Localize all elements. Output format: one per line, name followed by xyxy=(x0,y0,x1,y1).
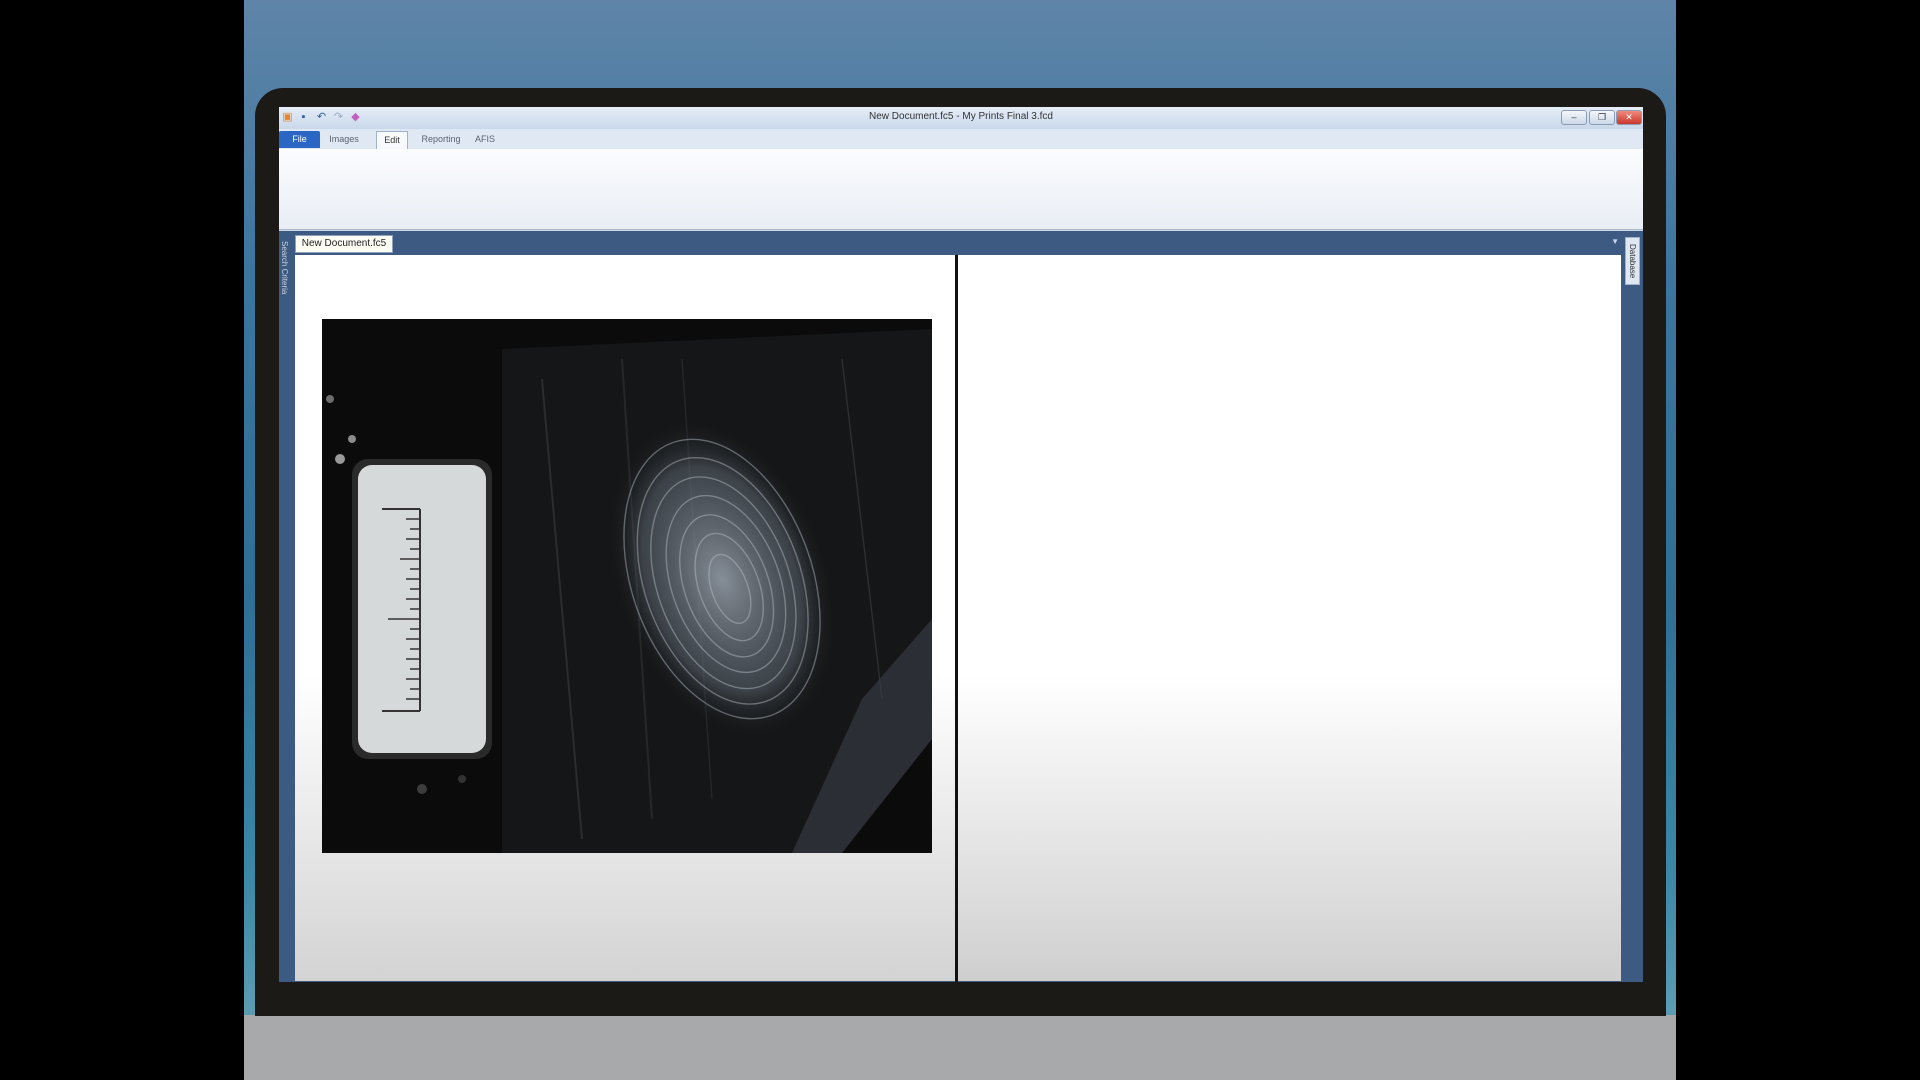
title-bar[interactable]: ▣ ▪ ↶ ↷ ◆ New Document.fc5 - My Prints F… xyxy=(279,107,1643,129)
window-title: New Document.fc5 - My Prints Final 3.fcd xyxy=(869,111,1053,122)
fingerprint-image[interactable] xyxy=(322,319,932,853)
restore-icon[interactable]: ❐ xyxy=(1589,110,1615,125)
tab-afis[interactable]: AFIS xyxy=(473,131,497,148)
minimize-icon[interactable]: – xyxy=(1561,110,1587,125)
database-tab[interactable]: Database xyxy=(1625,237,1640,285)
tab-file[interactable]: File xyxy=(279,131,320,148)
search-criteria-panel[interactable]: Search Criteria xyxy=(279,231,293,982)
tab-images[interactable]: Images xyxy=(323,131,365,148)
ribbon-panel xyxy=(279,149,1643,230)
document-area: Search Criteria New Document.fc5 ▼ Datab… xyxy=(279,231,1643,982)
document-tab[interactable]: New Document.fc5 xyxy=(295,235,393,253)
tab-dropdown-icon[interactable]: ▼ xyxy=(1611,237,1619,246)
close-icon[interactable]: ✕ xyxy=(1616,110,1642,125)
tab-edit[interactable]: Edit xyxy=(376,131,408,149)
ribbon-tab-bar: File Images Edit Reporting AFIS xyxy=(279,129,1643,149)
search-criteria-label: Search Criteria xyxy=(280,241,289,295)
database-panel[interactable]: Database xyxy=(1623,231,1643,982)
left-image-pane[interactable] xyxy=(295,255,955,981)
application-window: ▣ ▪ ↶ ↷ ◆ New Document.fc5 - My Prints F… xyxy=(279,107,1643,982)
right-image-pane[interactable] xyxy=(958,255,1621,981)
tab-reporting[interactable]: Reporting xyxy=(418,131,464,148)
